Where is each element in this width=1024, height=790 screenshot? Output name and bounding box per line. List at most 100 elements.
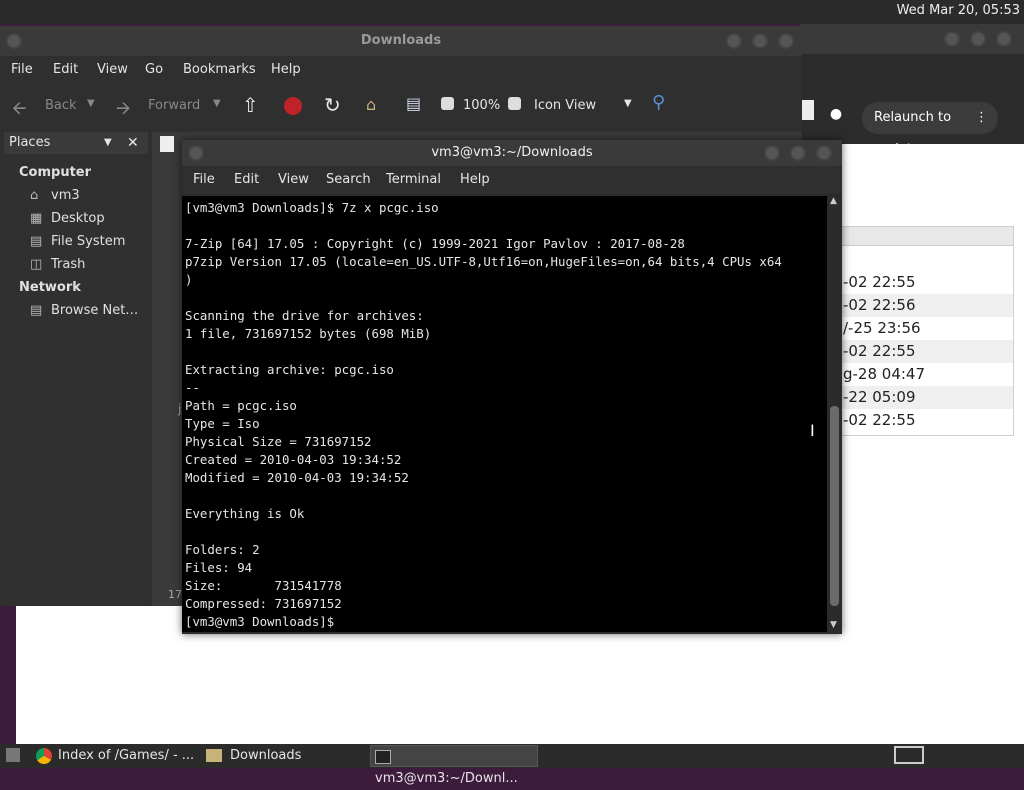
menubar: File Edit View Go Bookmarks Help <box>0 56 802 84</box>
places-item-browse-network[interactable]: Browse Net… <box>51 303 138 318</box>
extension-icon[interactable] <box>800 100 814 120</box>
scroll-down-icon[interactable]: ▼ <box>830 620 837 630</box>
window-title: Downloads <box>360 33 442 48</box>
scroll-up-icon[interactable]: ▲ <box>830 196 837 206</box>
scrollbar-thumb[interactable] <box>830 406 839 606</box>
menu-search[interactable]: Search <box>326 172 371 187</box>
table-row[interactable]: g-28 04:47 <box>839 363 1013 386</box>
chrome-icon <box>36 747 52 764</box>
menu-edit[interactable]: Edit <box>53 62 78 77</box>
terminal-scrollbar[interactable]: ▲ ▼ <box>827 196 842 632</box>
menu-help[interactable]: Help <box>460 172 490 187</box>
minimize-button[interactable] <box>764 145 780 161</box>
home-icon[interactable]: ⌂ <box>366 95 376 114</box>
zoom-in-icon[interactable] <box>508 97 521 110</box>
places-item-vm3[interactable]: vm3 <box>51 188 80 203</box>
menu-view[interactable]: View <box>278 172 309 187</box>
places-section-computer: Computer <box>19 165 92 180</box>
file-icon[interactable] <box>160 136 174 152</box>
places-item-file-system[interactable]: File System <box>51 234 125 249</box>
clock[interactable]: Wed Mar 20, 05:53 <box>897 3 1020 18</box>
table-row[interactable]: -02 22:55 <box>839 271 1013 294</box>
places-header[interactable]: Places ▼ ✕ <box>4 132 148 154</box>
menu-file[interactable]: File <box>11 62 33 77</box>
window-menu-button[interactable] <box>188 145 204 161</box>
terminal-output: [vm3@vm3 Downloads]$ 7z x pcgc.iso 7-Zip… <box>185 200 782 629</box>
computer-icon[interactable]: ▤ <box>406 94 421 113</box>
window-menu-button[interactable] <box>6 33 22 49</box>
zoom-out-icon[interactable] <box>441 97 454 110</box>
forward-dropdown-icon[interactable]: ▼ <box>213 98 221 109</box>
minimize-button[interactable] <box>726 33 742 49</box>
network-icon: ▤ <box>30 303 43 318</box>
table-row[interactable]: -22 05:09 <box>839 386 1013 409</box>
places-section-network: Network <box>19 280 81 295</box>
table-header <box>839 227 1013 246</box>
window-title: vm3@vm3:~/Downloads <box>431 145 593 160</box>
table-row[interactable]: -02 22:56 <box>839 294 1013 317</box>
folder-icon <box>206 749 222 762</box>
table-row[interactable]: /-25 23:56 <box>839 317 1013 340</box>
taskbar-item-browser[interactable]: Index of /Games/ - ... <box>36 745 196 767</box>
menu-terminal[interactable]: Terminal <box>386 172 441 187</box>
terminal-titlebar[interactable]: vm3@vm3:~/Downloads <box>182 140 842 166</box>
close-button[interactable] <box>778 33 794 49</box>
stop-icon[interactable] <box>284 97 302 115</box>
taskbar-item-terminal[interactable]: vm3@vm3:~/Downl... <box>370 745 538 786</box>
text-cursor-icon: I <box>810 421 815 440</box>
maximize-button[interactable] <box>970 31 986 47</box>
browser-titlebar <box>800 24 1024 54</box>
back-dropdown-icon[interactable]: ▼ <box>87 98 95 109</box>
terminal-window: vm3@vm3:~/Downloads File Edit View Searc… <box>182 140 842 634</box>
browser-toolbar <box>800 54 1024 144</box>
back-button[interactable]: Back <box>45 98 77 113</box>
menu-help[interactable]: Help <box>271 62 301 77</box>
menu-go[interactable]: Go <box>145 62 163 77</box>
forward-arrow-icon: 🡪 <box>116 98 131 119</box>
maximize-button[interactable] <box>752 33 768 49</box>
minimize-button[interactable] <box>944 31 960 47</box>
close-button[interactable] <box>996 31 1012 47</box>
trash-icon: ◫ <box>30 257 43 272</box>
file-label-fragment: j <box>178 402 182 416</box>
places-dropdown-icon[interactable]: ▼ <box>104 132 112 154</box>
menu-edit[interactable]: Edit <box>234 172 259 187</box>
maximize-button[interactable] <box>790 145 806 161</box>
status-fragment: 17 <box>168 588 182 601</box>
menu-view[interactable]: View <box>97 62 128 77</box>
places-item-trash[interactable]: Trash <box>51 257 85 272</box>
relaunch-button[interactable]: Relaunch to update ⋮ <box>862 102 998 157</box>
drive-icon: ▤ <box>30 234 43 249</box>
menu-file[interactable]: File <box>193 172 215 187</box>
show-desktop-icon[interactable] <box>6 748 20 762</box>
toolbar: 🡨 Back ▼ 🡪 Forward ▼ ⇧ ↻ ⌂ ▤ 100% Icon V… <box>0 88 802 124</box>
terminal-menubar: File Edit View Search Terminal Help <box>182 166 842 194</box>
terminal-icon <box>375 749 391 764</box>
workspace-switcher-icon[interactable] <box>894 746 924 764</box>
menu-bookmarks[interactable]: Bookmarks <box>183 62 256 77</box>
taskbar: Index of /Games/ - ... Downloads vm3@vm3… <box>0 744 1024 786</box>
desktop-folder-icon: ▦ <box>30 211 43 226</box>
taskbar-item-file-manager[interactable]: Downloads <box>206 745 366 767</box>
places-title: Places <box>9 135 51 150</box>
more-menu-icon: ⋮ <box>975 110 988 125</box>
forward-button[interactable]: Forward <box>148 98 200 113</box>
back-arrow-icon: 🡨 <box>12 98 27 119</box>
relaunch-label: Relaunch to update <box>874 110 952 157</box>
places-item-desktop[interactable]: Desktop <box>51 211 105 226</box>
file-manager-titlebar[interactable]: Downloads <box>0 26 802 56</box>
profile-avatar-icon[interactable]: ● <box>826 106 846 126</box>
view-mode-select[interactable]: Icon View <box>534 98 596 113</box>
up-arrow-icon[interactable]: ⇧ <box>242 93 259 117</box>
top-panel: Wed Mar 20, 05:53 <box>0 0 1024 24</box>
close-button[interactable] <box>816 145 832 161</box>
close-sidebar-icon[interactable]: ✕ <box>127 132 139 154</box>
reload-icon[interactable]: ↻ <box>324 93 341 117</box>
home-folder-icon: ⌂ <box>30 188 39 203</box>
search-icon[interactable]: ⚲ <box>652 92 665 113</box>
table-row[interactable]: -02 22:55 <box>839 340 1013 363</box>
zoom-level: 100% <box>463 98 501 113</box>
terminal-screen[interactable]: [vm3@vm3 Downloads]$ 7z x pcgc.iso 7-Zip… <box>182 196 827 632</box>
table-row[interactable]: -02 22:55 <box>839 409 1013 432</box>
view-mode-dropdown-icon[interactable]: ▼ <box>624 98 632 109</box>
